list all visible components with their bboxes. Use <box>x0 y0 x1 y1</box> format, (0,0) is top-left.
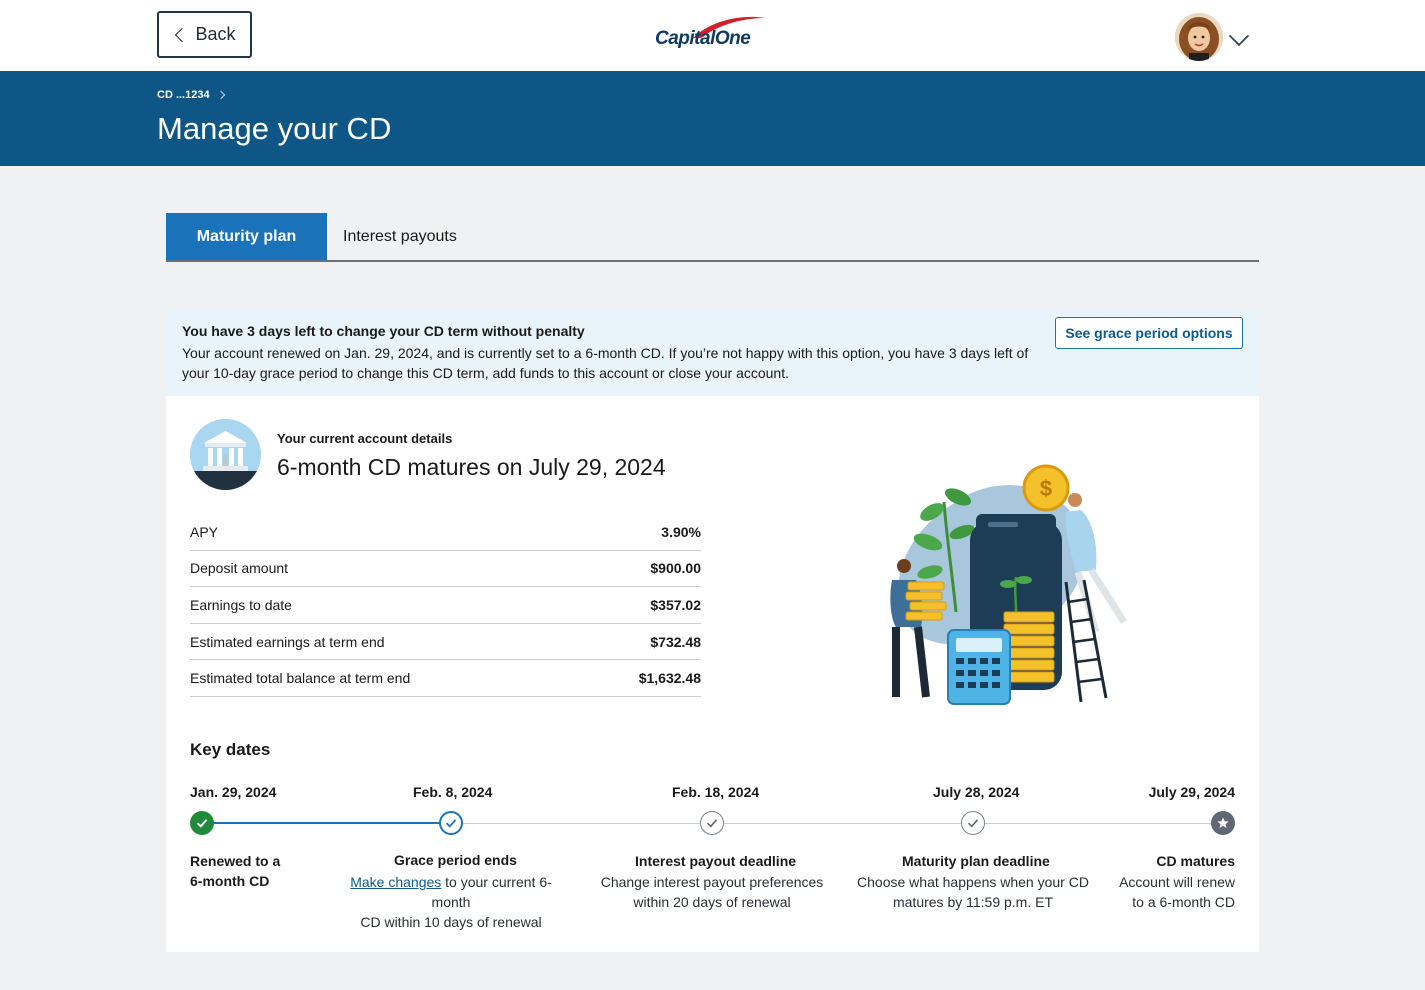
profile-menu-chevron-icon[interactable] <box>1228 25 1250 47</box>
timeline-date: July 29, 2024 <box>1148 784 1235 800</box>
star-icon <box>1211 811 1235 835</box>
tab-bar: Maturity plan Interest payouts <box>166 213 1259 262</box>
back-button-label: Back <box>195 24 236 44</box>
timeline-date: Jan. 29, 2024 <box>190 784 277 800</box>
key-dates-timeline: Jan. 29, 2024 Feb. 8, 2024 Feb. 18, 2024… <box>166 784 1259 930</box>
timeline-title: CD matures <box>1156 853 1235 869</box>
tab-interest-payouts[interactable]: Interest payouts <box>343 213 457 260</box>
timeline-progress-line <box>202 822 451 824</box>
detail-row-estimated-earnings: Estimated earnings at term end $732.48 <box>190 624 701 661</box>
see-grace-period-options-button[interactable]: See grace period options <box>1055 317 1243 349</box>
upcoming-check-icon <box>700 811 724 835</box>
timeline-title: Maturity plan deadline <box>902 853 1050 869</box>
top-bar: Back CapitalOne <box>0 0 1425 71</box>
avatar[interactable] <box>1175 13 1223 61</box>
detail-row-estimated-balance: Estimated total balance at term end $1,6… <box>190 660 701 697</box>
timeline-date: Feb. 8, 2024 <box>413 784 493 800</box>
detail-row-deposit: Deposit amount $900.00 <box>190 551 701 588</box>
timeline-remaining-line <box>451 822 1223 824</box>
back-button[interactable]: Back <box>157 11 252 58</box>
banner-title: You have 3 days left to change your CD t… <box>182 323 585 339</box>
timeline-description: Make changes to your current 6-month CD … <box>350 874 552 930</box>
bank-icon <box>190 419 261 490</box>
detail-row-earnings: Earnings to date $357.02 <box>190 587 701 624</box>
tab-maturity-plan[interactable]: Maturity plan <box>166 213 327 260</box>
timeline-date: Feb. 18, 2024 <box>672 784 760 800</box>
svg-text:$: $ <box>1040 476 1052 501</box>
chevron-left-icon <box>175 27 190 42</box>
make-changes-link[interactable]: Make changes <box>350 874 441 890</box>
timeline-title-line: 6-month CD <box>190 873 270 889</box>
page-header: CD ...1234 Manage your CD <box>0 71 1425 166</box>
banner-body: Your account renewed on Jan. 29, 2024, a… <box>182 345 1029 381</box>
detail-value: $900.00 <box>650 560 701 577</box>
grace-period-banner: You have 3 days left to change your CD t… <box>166 309 1259 396</box>
account-details-card: Your current account details 6-month CD … <box>166 396 1259 952</box>
account-details-table: APY 3.90% Deposit amount $900.00 Earning… <box>190 514 701 697</box>
detail-label: Estimated earnings at term end <box>190 633 385 650</box>
detail-value: $1,632.48 <box>638 670 701 687</box>
breadcrumb-account[interactable]: CD ...1234 <box>157 89 210 101</box>
page-title: Manage your CD <box>157 111 392 146</box>
savings-illustration: $ <box>890 464 1127 705</box>
key-dates-title: Key dates <box>190 740 271 759</box>
detail-label: Earnings to date <box>190 596 292 613</box>
avatar-image <box>1175 13 1223 61</box>
detail-label: Estimated total balance at term end <box>190 670 411 687</box>
timeline-description: Account will renew to a 6-month CD <box>1119 874 1235 910</box>
detail-label: Deposit amount <box>190 560 289 577</box>
detail-label: APY <box>190 523 219 540</box>
account-details-label: Your current account details <box>277 431 453 446</box>
timeline-description: Change interest payout preferences withi… <box>600 874 824 910</box>
timeline-title: Renewed to a 6-month CD <box>190 853 280 889</box>
timeline-title: Grace period ends <box>394 852 517 868</box>
breadcrumb[interactable]: CD ...1234 <box>157 89 225 101</box>
detail-value: $732.48 <box>650 633 701 650</box>
detail-value: 3.90% <box>661 523 701 540</box>
chevron-right-icon <box>216 90 225 100</box>
maturity-headline: 6-month CD matures on July 29, 2024 <box>277 454 666 480</box>
timeline-date: July 28, 2024 <box>933 784 1020 800</box>
timeline-title-line: Renewed to a <box>190 853 281 869</box>
detail-row-apy: APY 3.90% <box>190 514 701 551</box>
complete-check-icon <box>190 811 214 835</box>
timeline-title: Interest payout deadline <box>635 853 797 869</box>
logo-wordmark: CapitalOne <box>655 28 751 49</box>
capital-one-logo[interactable]: CapitalOne <box>655 14 770 56</box>
upcoming-check-icon <box>961 811 985 835</box>
current-check-icon <box>439 811 463 835</box>
detail-value: $357.02 <box>650 596 701 613</box>
